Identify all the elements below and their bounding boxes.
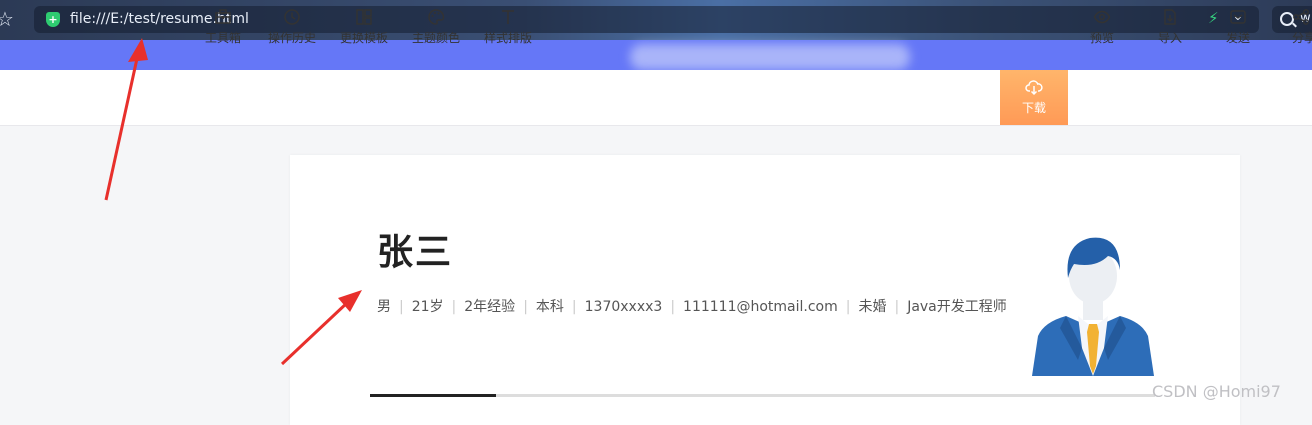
change-template-label: 更换模板 — [339, 31, 388, 45]
info-divider: | — [571, 299, 577, 315]
section-progress-bar — [370, 394, 1155, 397]
text-style-icon — [502, 10, 514, 24]
download-label: 下载 — [1021, 101, 1046, 115]
info-marital: 未婚 — [858, 299, 887, 315]
info-education: 本科 — [535, 299, 564, 315]
history-button[interactable]: 操作历史 — [264, 0, 320, 55]
info-gender: 男 — [377, 299, 391, 315]
info-phone: 1370xxxx3 — [584, 299, 663, 315]
toolbox-icon — [215, 9, 231, 24]
import-label: 导入 — [1157, 31, 1182, 45]
theme-color-label: 主题颜色 — [411, 31, 460, 45]
info-age: 21岁 — [411, 299, 444, 315]
info-divider: | — [451, 299, 457, 315]
avatar[interactable] — [1030, 228, 1156, 376]
annotation-arrow-icon — [280, 290, 362, 366]
import-icon — [1164, 9, 1176, 25]
info-job-title: Java开发工程师 — [907, 299, 1007, 315]
preview-label: 预览 — [1089, 31, 1114, 45]
history-label: 操作历史 — [267, 31, 316, 45]
info-divider: | — [523, 299, 528, 315]
send-label: 发送 — [1225, 31, 1250, 45]
info-divider: | — [670, 299, 676, 315]
info-divider: | — [399, 299, 404, 315]
share-button[interactable]: 分享 — [1284, 0, 1312, 55]
style-layout-button[interactable]: 样式排版 — [480, 0, 536, 55]
editor-toolbar — [0, 70, 1312, 126]
template-icon — [356, 9, 372, 25]
download-button[interactable]: 下载 — [1000, 70, 1068, 125]
palette-icon — [428, 9, 445, 25]
secure-shield-icon: + — [46, 12, 60, 27]
bookmark-star-icon[interactable]: ☆ — [0, 8, 14, 30]
cloud-download-icon — [1025, 80, 1043, 96]
change-template-button[interactable]: 更换模板 — [336, 0, 392, 55]
info-divider: | — [845, 299, 851, 315]
info-email: 111111@hotmail.com — [683, 299, 838, 315]
annotation-arrow-icon — [104, 38, 148, 201]
toolbox-button[interactable]: 工具箱 — [198, 0, 248, 55]
toolbox-label: 工具箱 — [204, 31, 241, 45]
mail-icon — [1230, 10, 1246, 24]
eye-icon — [1093, 10, 1111, 24]
style-layout-label: 样式排版 — [483, 31, 532, 45]
resume-name[interactable]: 张三 — [377, 233, 453, 273]
section-progress-fill — [370, 394, 496, 397]
resume-info-line[interactable]: 男 | 21岁 | 2年经验 | 本科 | 1370xxxx3 | 111111@hotmail.c… — [377, 296, 1007, 316]
send-button[interactable]: 发送 — [1216, 0, 1260, 55]
watermark: CSDN @Homi97 — [1152, 382, 1281, 401]
share-icon — [1293, 9, 1309, 25]
preview-button[interactable]: 预览 — [1080, 0, 1124, 55]
history-icon — [284, 9, 300, 25]
blurred-region — [630, 44, 910, 70]
info-experience: 2年经验 — [464, 299, 516, 315]
resume-card: 张三 男 | 21岁 | 2年经验 | 本科 | 1370xxxx3 | 111111@hotmai… — [290, 155, 1240, 425]
share-label: 分享 — [1292, 31, 1312, 45]
import-button[interactable]: 导入 — [1148, 0, 1192, 55]
theme-color-button[interactable]: 主题颜色 — [408, 0, 464, 55]
info-divider: | — [894, 299, 900, 315]
